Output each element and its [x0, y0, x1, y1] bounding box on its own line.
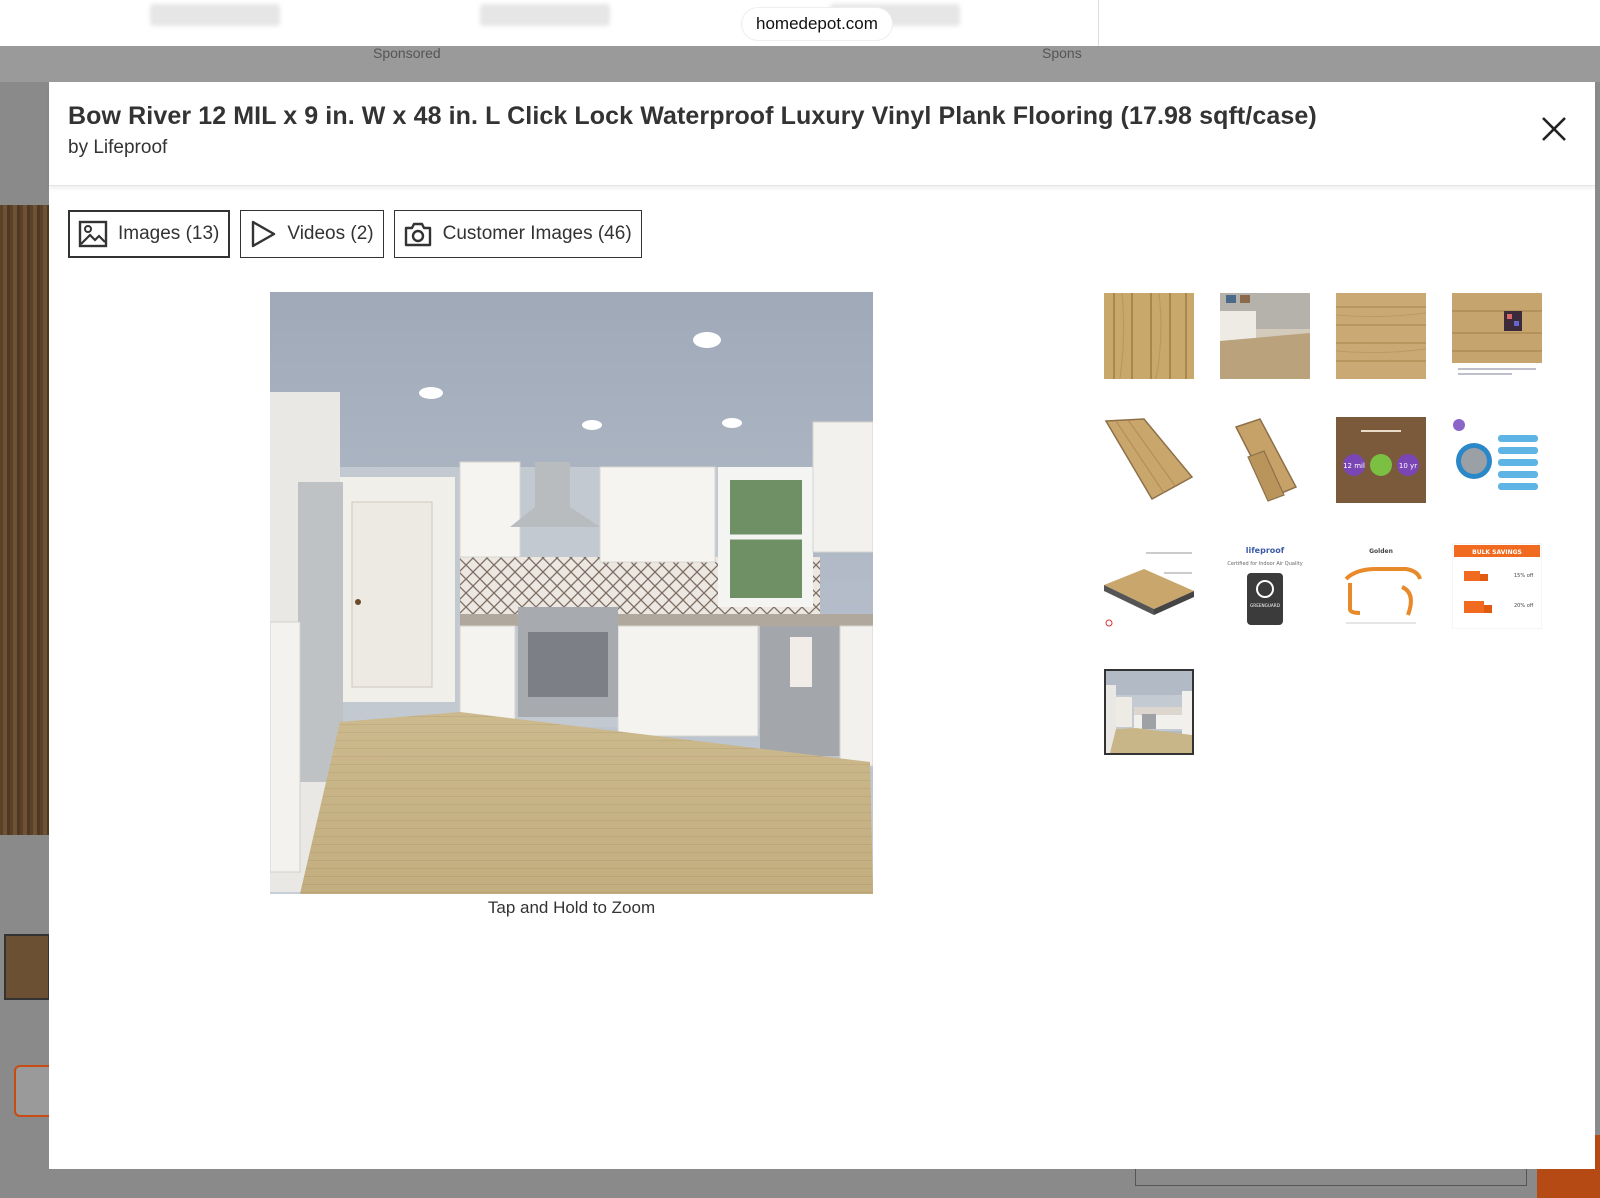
thumbnail[interactable]: [1104, 543, 1194, 629]
sponsored-label: Spons: [1042, 45, 1082, 61]
thumbnail[interactable]: [1452, 417, 1542, 503]
product-brand: by Lifeproof: [68, 137, 168, 158]
divider: [1098, 0, 1099, 46]
thumbnail[interactable]: Golden: [1336, 543, 1426, 629]
tab-label: Customer Images (46): [442, 223, 632, 244]
angled-plank-thumbnail: [1104, 417, 1194, 503]
background-strip: [0, 46, 1600, 82]
blurred-price: [150, 4, 280, 26]
tier-text: 15% off: [1514, 573, 1534, 579]
layer-diagram-thumbnail: [1104, 543, 1194, 629]
thumbnail[interactable]: [1452, 293, 1542, 379]
tier-text: 20% off: [1514, 603, 1534, 609]
tab-label: Images (13): [118, 223, 220, 244]
background-thumbnail: [4, 934, 50, 1000]
modal-header: Bow River 12 MIL x 9 in. W x 48 in. L Cl…: [49, 82, 1595, 186]
certification-text: Certified for Indoor Air Quality: [1227, 561, 1302, 567]
product-title: Bow River 12 MIL x 9 in. W x 48 in. L Cl…: [68, 102, 1317, 130]
background-camera-button: [14, 1065, 50, 1117]
camera-icon: [404, 222, 431, 247]
kitchen-scene-image: [270, 292, 873, 894]
url-bar[interactable]: homedepot.com: [742, 8, 892, 40]
thumbnail[interactable]: lifeproof Certified for Indoor Air Quali…: [1220, 543, 1310, 629]
thumbnail[interactable]: BULK SAVINGS 15% off 20% off: [1452, 543, 1542, 629]
thumbnail[interactable]: 12 mil 10 yr: [1336, 417, 1426, 503]
image-icon: [78, 220, 108, 248]
background-product-image: [0, 205, 50, 835]
close-icon: [1542, 117, 1566, 141]
kitchen-thumbnail: [1106, 671, 1192, 753]
bulk-savings-header: BULK SAVINGS: [1472, 549, 1522, 556]
play-icon: [252, 220, 276, 248]
two-planks-thumbnail: [1220, 417, 1310, 503]
close-button[interactable]: [1537, 112, 1571, 146]
tab-customer-images[interactable]: Customer Images (46): [393, 210, 642, 258]
brand-logo-text: lifeproof: [1246, 546, 1285, 555]
sponsored-label: Sponsored: [373, 45, 441, 61]
bulk-savings-thumbnail: BULK SAVINGS 15% off 20% off: [1452, 543, 1542, 629]
thumbnail[interactable]: [1336, 293, 1426, 379]
blurred-price: [480, 4, 610, 26]
thumbnail-selected[interactable]: [1104, 669, 1194, 755]
swatch-info-thumbnail: [1452, 293, 1542, 379]
moulding-profiles-thumbnail: Golden: [1336, 543, 1426, 629]
feature-badges-thumbnail: 12 mil 10 yr: [1336, 417, 1426, 503]
thumbnail[interactable]: [1104, 293, 1194, 379]
tab-videos[interactable]: Videos (2): [240, 210, 384, 258]
zoom-hint: Tap and Hold to Zoom: [487, 898, 656, 917]
living-room-thumbnail: [1220, 293, 1310, 379]
media-gallery-modal: Bow River 12 MIL x 9 in. W x 48 in. L Cl…: [49, 82, 1595, 1169]
thumbnail[interactable]: [1220, 293, 1310, 379]
media-tabs: Images (13) Videos (2) Customer Images (…: [68, 210, 642, 258]
badge-text: GREENGUARD: [1250, 603, 1280, 608]
features-list-thumbnail: [1452, 417, 1542, 503]
badge-text: 12 mil: [1343, 462, 1365, 470]
badge-text: 10 yr: [1399, 462, 1417, 470]
main-product-image[interactable]: [270, 292, 873, 894]
certification-thumbnail: lifeproof Certified for Indoor Air Quali…: [1220, 543, 1310, 629]
tab-label: Videos (2): [287, 223, 374, 244]
thumbnail[interactable]: [1220, 417, 1310, 503]
tab-images[interactable]: Images (13): [68, 210, 231, 258]
wood-swatch-thumbnail: [1336, 293, 1426, 379]
wood-texture-thumbnail: [1104, 293, 1194, 379]
moulding-title: Golden: [1369, 548, 1393, 555]
thumbnail[interactable]: [1104, 417, 1194, 503]
